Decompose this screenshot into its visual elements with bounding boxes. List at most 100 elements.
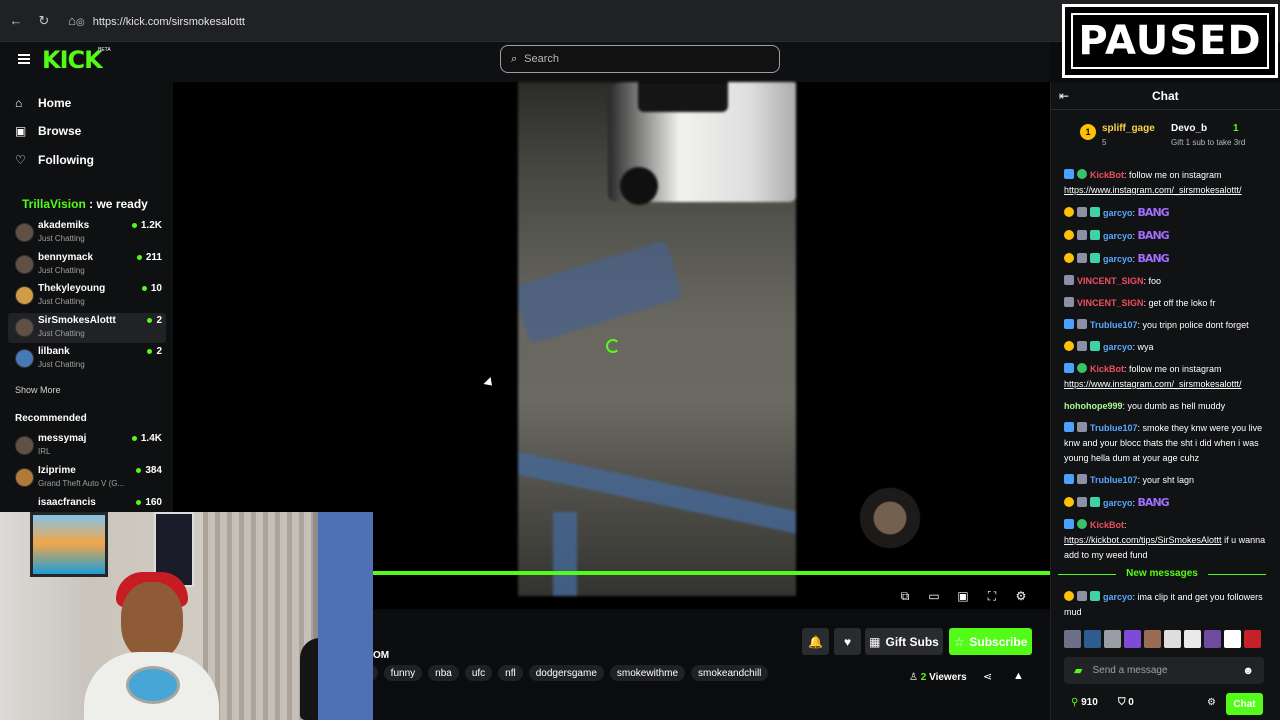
- search-input[interactable]: ⌕ Search: [500, 45, 780, 73]
- avatar: [15, 286, 34, 305]
- viewer-number: 211: [145, 252, 162, 263]
- share-icon[interactable]: ⋖: [983, 670, 992, 683]
- channel-name: SirSmokesAlottt: [38, 315, 116, 326]
- bang-emote: BANG: [1137, 252, 1170, 265]
- chat-username[interactable]: hohohope999: [1064, 401, 1123, 411]
- settings-icon[interactable]: ⚙: [1012, 587, 1030, 605]
- emote-icon[interactable]: [1184, 630, 1201, 648]
- gift-subs-button[interactable]: ▦ Gift Subs: [865, 628, 943, 655]
- chat-text: :: [1132, 254, 1136, 264]
- emote-icon[interactable]: [1064, 630, 1081, 648]
- chat-username[interactable]: VINCENT_SIGN: [1077, 298, 1144, 308]
- emote-icon[interactable]: [1084, 630, 1101, 648]
- tag-chip[interactable]: smokeandchill: [691, 665, 769, 681]
- theater-icon[interactable]: ▭: [925, 587, 943, 605]
- recommended-channel[interactable]: Iziprime Grand Theft Auto V (G... 384: [8, 463, 166, 493]
- moderator-badge-icon: [1064, 422, 1074, 432]
- nav-browse[interactable]: ▣ Browse: [15, 122, 81, 140]
- chat-username[interactable]: Trublue107: [1090, 423, 1138, 433]
- emote-icon[interactable]: [1244, 630, 1261, 648]
- tag-chip[interactable]: dodgersgame: [528, 665, 604, 681]
- nav-home[interactable]: ⌂ Home: [15, 94, 71, 112]
- emote-icon[interactable]: [1164, 630, 1181, 648]
- player-controls: ⧉ ▭ ▣ ⛶ ⚙: [896, 587, 1030, 605]
- channel-points[interactable]: ⚲ 910: [1071, 697, 1098, 708]
- chat-message: KickBot: https://kickbot.com/tips/SirSmok…: [1064, 518, 1266, 563]
- chat-link[interactable]: https://kickbot.com/tips/SirSmokesAlottt: [1064, 535, 1222, 545]
- subscriber-badge-icon: [1077, 319, 1087, 329]
- subscribe-label: Subscribe: [969, 634, 1028, 649]
- chat-input-placeholder: Send a message: [1092, 665, 1168, 676]
- chat-username[interactable]: KickBot: [1090, 170, 1124, 180]
- emote-icon[interactable]: [1144, 630, 1161, 648]
- site-info-icon[interactable]: ◎: [76, 17, 85, 28]
- chat-username[interactable]: garcyo: [1103, 254, 1133, 264]
- chat-text: :: [1132, 231, 1136, 241]
- emote-icon[interactable]: [1224, 630, 1241, 648]
- nav-following-label: Following: [38, 153, 94, 167]
- points-icon: ⚲: [1071, 697, 1082, 708]
- viewer-number: 1.2K: [140, 220, 162, 231]
- emote-icon[interactable]: [1124, 630, 1141, 648]
- following-channel[interactable]: lilbank Just Chatting 2: [8, 344, 166, 374]
- viewer-number: 160: [145, 497, 162, 508]
- following-channel[interactable]: akademiks Just Chatting 1.2K: [8, 218, 166, 248]
- channel-category: Just Chatting: [38, 329, 85, 338]
- tag-chip[interactable]: nba: [428, 665, 459, 681]
- chat-username[interactable]: garcyo: [1103, 592, 1133, 602]
- chat-username[interactable]: KickBot: [1090, 364, 1124, 374]
- chat-username[interactable]: garcyo: [1103, 498, 1133, 508]
- bell-icon: 🔔: [808, 634, 823, 649]
- chat-username[interactable]: garcyo: [1103, 342, 1133, 352]
- following-channel[interactable]: bennymack Just Chatting 211: [8, 250, 166, 280]
- emoji-icon[interactable]: ☻: [1242, 665, 1254, 677]
- address-bar[interactable]: ◎ https://kick.com/sirsmokesalottt: [76, 11, 1056, 33]
- miniplayer-icon[interactable]: ⧉: [896, 587, 914, 605]
- chat-message-input[interactable]: ▰ Send a message ☻: [1064, 657, 1264, 684]
- subscriber-badge-icon: [1077, 474, 1087, 484]
- bang-emote: BANG: [1137, 229, 1170, 242]
- tag-chip[interactable]: funny: [383, 665, 423, 681]
- subscribe-button[interactable]: ☆ Subscribe: [949, 628, 1032, 655]
- notification-button[interactable]: 🔔: [802, 628, 829, 655]
- chat-username[interactable]: Trublue107: [1090, 320, 1138, 330]
- kick-logo[interactable]: KICK: [42, 46, 103, 74]
- nav-following[interactable]: ♡ Following: [15, 151, 94, 169]
- menu-icon[interactable]: [18, 54, 30, 64]
- chat-username[interactable]: garcyo: [1103, 231, 1133, 241]
- show-more-link[interactable]: Show More: [15, 385, 61, 395]
- following-channel[interactable]: Thekyleyoung Just Chatting 10: [8, 281, 166, 311]
- viewer-count: 384: [136, 465, 162, 476]
- reload-icon[interactable]: ↻: [32, 9, 56, 33]
- viewer-count: 1.4K: [131, 433, 162, 444]
- gift-bag[interactable]: ⛉ 0: [1118, 697, 1134, 708]
- emote-icon[interactable]: [1204, 630, 1221, 648]
- pip-icon[interactable]: ▣: [954, 587, 972, 605]
- stream-progress-bar[interactable]: [373, 571, 1050, 575]
- chat-username[interactable]: Trublue107: [1090, 475, 1138, 485]
- recommended-channel[interactable]: messymaj IRL 1.4K: [8, 431, 166, 461]
- chat-link[interactable]: https://www.instagram.com/_sirsmokesalot…: [1064, 185, 1242, 195]
- chat-username[interactable]: garcyo: [1103, 208, 1133, 218]
- back-icon[interactable]: ←: [4, 9, 28, 33]
- emote-icon[interactable]: [1104, 630, 1121, 648]
- chat-message: garcyo: BANG: [1064, 495, 1266, 511]
- chat-message: VINCENT_SIGN: foo: [1064, 274, 1266, 289]
- gift-badge-icon: [1064, 230, 1074, 240]
- following-channel-selected[interactable]: SirSmokesAlottt Just Chatting 2: [8, 313, 166, 343]
- chat-text: : your sht lagn: [1137, 475, 1195, 485]
- tag-chip[interactable]: nfl: [498, 665, 523, 681]
- report-warning-icon[interactable]: ▲: [1013, 670, 1024, 682]
- collapse-chat-icon[interactable]: ⇤: [1059, 89, 1069, 103]
- chat-username[interactable]: VINCENT_SIGN: [1077, 276, 1144, 286]
- chat-username[interactable]: KickBot: [1090, 520, 1124, 530]
- tag-chip[interactable]: smokewithme: [609, 665, 686, 681]
- tag-chip[interactable]: ufc: [464, 665, 493, 681]
- chat-link[interactable]: https://www.instagram.com/_sirsmokesalot…: [1064, 379, 1242, 389]
- viewer-count: 2: [147, 315, 162, 326]
- follow-button[interactable]: ♥: [834, 628, 861, 655]
- chat-text: :: [1132, 208, 1136, 218]
- chat-send-button[interactable]: Chat: [1226, 693, 1263, 715]
- fullscreen-icon[interactable]: ⛶: [983, 587, 1001, 605]
- chat-settings-icon[interactable]: ⚙: [1207, 697, 1216, 708]
